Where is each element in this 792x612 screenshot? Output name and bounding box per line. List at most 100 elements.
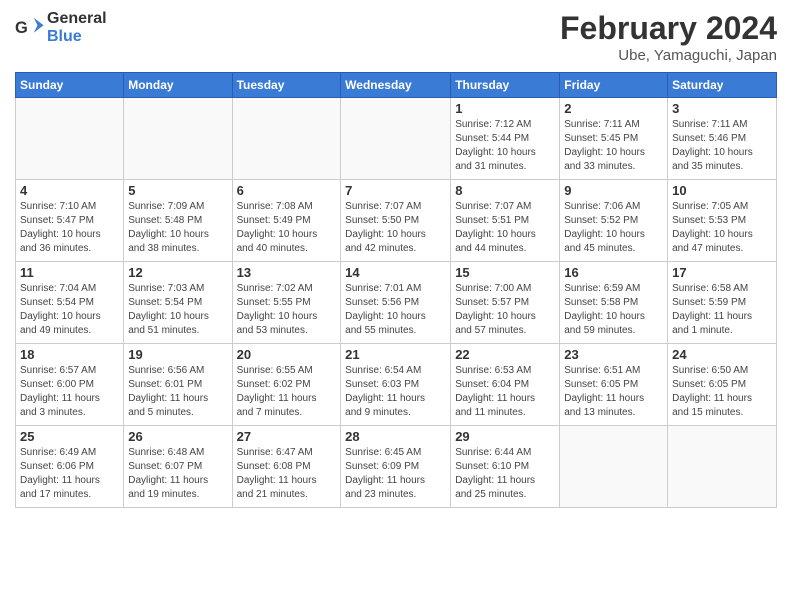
header-tuesday: Tuesday	[232, 73, 341, 98]
calendar-cell: 4 Sunrise: 7:10 AM Sunset: 5:47 PM Daylig…	[16, 180, 124, 262]
day-number: 11	[20, 265, 119, 280]
day-number: 8	[455, 183, 555, 198]
logo-general: General	[47, 10, 107, 27]
day-info: Sunrise: 6:49 AM Sunset: 6:06 PM Dayligh…	[20, 446, 119, 502]
day-number: 22	[455, 347, 555, 362]
calendar-cell: 26Sunrise: 6:48 AM Sunset: 6:07 PM Dayli…	[124, 426, 232, 508]
day-info: Sunrise: 6:54 AM Sunset: 6:03 PM Dayligh…	[345, 364, 446, 420]
day-number: 13	[237, 265, 337, 280]
day-info: Sunrise: 6:50 AM Sunset: 6:05 PM Dayligh…	[672, 364, 772, 420]
calendar-cell: 5 Sunrise: 7:09 AM Sunset: 5:48 PM Daylig…	[124, 180, 232, 262]
day-number: 25	[20, 429, 119, 444]
header-thursday: Thursday	[451, 73, 560, 98]
day-number: 18	[20, 347, 119, 362]
day-info: Sunrise: 7:10 AM Sunset: 5:47 PM Dayligh…	[20, 200, 119, 256]
day-number: 20	[237, 347, 337, 362]
day-info: Sunrise: 7:12 AM Sunset: 5:44 PM Dayligh…	[455, 118, 555, 174]
calendar-cell: 22Sunrise: 6:53 AM Sunset: 6:04 PM Dayli…	[451, 344, 560, 426]
day-info: Sunrise: 7:11 AM Sunset: 5:45 PM Dayligh…	[564, 118, 663, 174]
calendar: Sunday Monday Tuesday Wednesday Thursday…	[15, 72, 777, 508]
calendar-cell	[16, 98, 124, 180]
day-info: Sunrise: 6:58 AM Sunset: 5:59 PM Dayligh…	[672, 282, 772, 338]
calendar-cell: 16 Sunrise: 6:59 AM Sunset: 5:58 PM Dayli…	[560, 262, 668, 344]
day-number: 9	[564, 183, 663, 198]
calendar-cell: 8 Sunrise: 7:07 AM Sunset: 5:51 PM Daylig…	[451, 180, 560, 262]
day-info: Sunrise: 7:07 AM Sunset: 5:50 PM Dayligh…	[345, 200, 446, 256]
header-sunday: Sunday	[16, 73, 124, 98]
day-number: 4	[20, 183, 119, 198]
day-number: 14	[345, 265, 446, 280]
day-number: 29	[455, 429, 555, 444]
day-info: Sunrise: 7:00 AM Sunset: 5:57 PM Dayligh…	[455, 282, 555, 338]
calendar-week-3: 18 Sunrise: 6:57 AM Sunset: 6:00 PM Dayli…	[16, 344, 777, 426]
calendar-week-2: 11Sunrise: 7:04 AM Sunset: 5:54 PM Dayli…	[16, 262, 777, 344]
calendar-week-4: 25 Sunrise: 6:49 AM Sunset: 6:06 PM Dayli…	[16, 426, 777, 508]
day-info: Sunrise: 7:05 AM Sunset: 5:53 PM Dayligh…	[672, 200, 772, 256]
calendar-cell	[232, 98, 341, 180]
day-info: Sunrise: 7:09 AM Sunset: 5:48 PM Dayligh…	[128, 200, 227, 256]
day-info: Sunrise: 7:07 AM Sunset: 5:51 PM Dayligh…	[455, 200, 555, 256]
logo-blue: Blue	[47, 28, 82, 45]
calendar-cell	[668, 426, 777, 508]
day-info: Sunrise: 7:02 AM Sunset: 5:55 PM Dayligh…	[237, 282, 337, 338]
day-info: Sunrise: 7:03 AM Sunset: 5:54 PM Dayligh…	[128, 282, 227, 338]
calendar-cell	[341, 98, 451, 180]
calendar-cell: 7 Sunrise: 7:07 AM Sunset: 5:50 PM Daylig…	[341, 180, 451, 262]
page-container: G General Blue February 2024 Ube, Yamagu…	[0, 0, 792, 518]
calendar-cell: 12 Sunrise: 7:03 AM Sunset: 5:54 PM Dayli…	[124, 262, 232, 344]
title-area: February 2024 Ube, Yamaguchi, Japan	[560, 10, 777, 64]
header-saturday: Saturday	[668, 73, 777, 98]
calendar-cell: 18 Sunrise: 6:57 AM Sunset: 6:00 PM Dayli…	[16, 344, 124, 426]
day-info: Sunrise: 6:56 AM Sunset: 6:01 PM Dayligh…	[128, 364, 227, 420]
calendar-cell: 28 Sunrise: 6:45 AM Sunset: 6:09 PM Dayli…	[341, 426, 451, 508]
day-number: 7	[345, 183, 446, 198]
calendar-cell: 25 Sunrise: 6:49 AM Sunset: 6:06 PM Dayli…	[16, 426, 124, 508]
logo-icon: G	[15, 15, 45, 40]
calendar-cell: 21Sunrise: 6:54 AM Sunset: 6:03 PM Dayli…	[341, 344, 451, 426]
header-wednesday: Wednesday	[341, 73, 451, 98]
day-number: 17	[672, 265, 772, 280]
calendar-cell: 10 Sunrise: 7:05 AM Sunset: 5:53 PM Dayli…	[668, 180, 777, 262]
day-number: 28	[345, 429, 446, 444]
calendar-week-0: 1 Sunrise: 7:12 AM Sunset: 5:44 PM Daylig…	[16, 98, 777, 180]
calendar-cell: 20 Sunrise: 6:55 AM Sunset: 6:02 PM Dayli…	[232, 344, 341, 426]
day-info: Sunrise: 6:55 AM Sunset: 6:02 PM Dayligh…	[237, 364, 337, 420]
calendar-cell: 1 Sunrise: 7:12 AM Sunset: 5:44 PM Daylig…	[451, 98, 560, 180]
day-info: Sunrise: 6:45 AM Sunset: 6:09 PM Dayligh…	[345, 446, 446, 502]
day-number: 16	[564, 265, 663, 280]
calendar-cell: 3Sunrise: 7:11 AM Sunset: 5:46 PM Daylig…	[668, 98, 777, 180]
day-info: Sunrise: 6:47 AM Sunset: 6:08 PM Dayligh…	[237, 446, 337, 502]
calendar-cell: 11Sunrise: 7:04 AM Sunset: 5:54 PM Dayli…	[16, 262, 124, 344]
calendar-cell: 24 Sunrise: 6:50 AM Sunset: 6:05 PM Dayli…	[668, 344, 777, 426]
day-info: Sunrise: 6:44 AM Sunset: 6:10 PM Dayligh…	[455, 446, 555, 502]
calendar-week-1: 4 Sunrise: 7:10 AM Sunset: 5:47 PM Daylig…	[16, 180, 777, 262]
day-number: 6	[237, 183, 337, 198]
calendar-cell: 14 Sunrise: 7:01 AM Sunset: 5:56 PM Dayli…	[341, 262, 451, 344]
day-number: 19	[128, 347, 227, 362]
day-number: 12	[128, 265, 227, 280]
logo: G General Blue	[15, 10, 107, 45]
day-number: 3	[672, 101, 772, 116]
day-number: 27	[237, 429, 337, 444]
weekday-header-row: Sunday Monday Tuesday Wednesday Thursday…	[16, 73, 777, 98]
calendar-cell	[124, 98, 232, 180]
day-info: Sunrise: 6:57 AM Sunset: 6:00 PM Dayligh…	[20, 364, 119, 420]
day-number: 10	[672, 183, 772, 198]
calendar-cell: 13 Sunrise: 7:02 AM Sunset: 5:55 PM Dayli…	[232, 262, 341, 344]
day-info: Sunrise: 6:59 AM Sunset: 5:58 PM Dayligh…	[564, 282, 663, 338]
day-number: 15	[455, 265, 555, 280]
day-info: Sunrise: 7:06 AM Sunset: 5:52 PM Dayligh…	[564, 200, 663, 256]
day-number: 24	[672, 347, 772, 362]
calendar-cell: 6 Sunrise: 7:08 AM Sunset: 5:49 PM Daylig…	[232, 180, 341, 262]
calendar-cell	[560, 426, 668, 508]
calendar-cell: 29 Sunrise: 6:44 AM Sunset: 6:10 PM Dayli…	[451, 426, 560, 508]
day-number: 5	[128, 183, 227, 198]
location: Ube, Yamaguchi, Japan	[560, 47, 777, 64]
header: G General Blue February 2024 Ube, Yamagu…	[15, 10, 777, 64]
svg-text:G: G	[15, 19, 28, 37]
day-number: 1	[455, 101, 555, 116]
day-info: Sunrise: 7:08 AM Sunset: 5:49 PM Dayligh…	[237, 200, 337, 256]
calendar-cell: 9 Sunrise: 7:06 AM Sunset: 5:52 PM Daylig…	[560, 180, 668, 262]
month-title: February 2024	[560, 10, 777, 47]
day-info: Sunrise: 7:01 AM Sunset: 5:56 PM Dayligh…	[345, 282, 446, 338]
